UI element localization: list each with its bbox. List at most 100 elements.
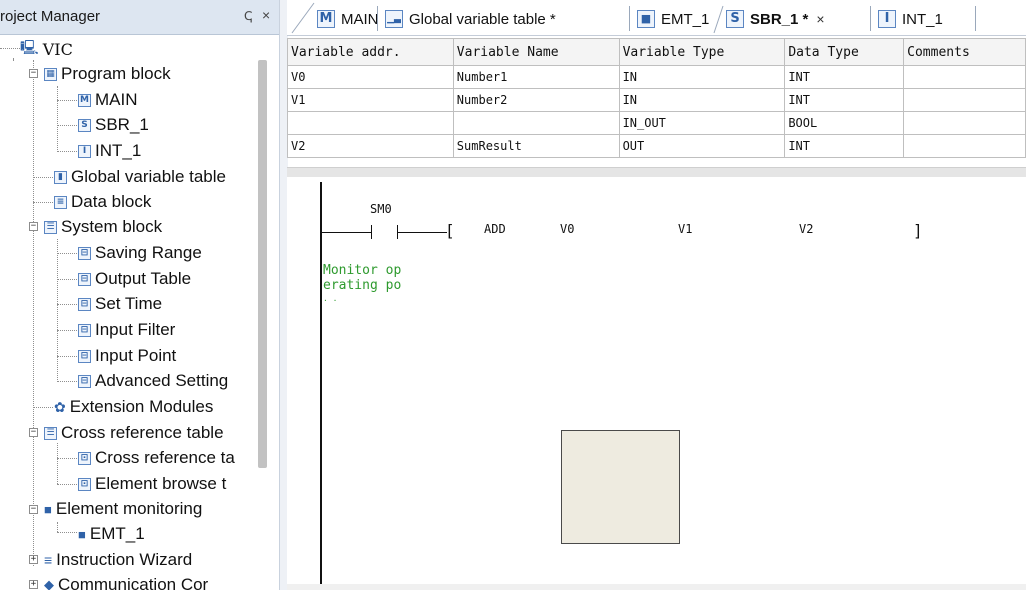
setting-item-icon: ⊟ — [78, 297, 91, 311]
tree-item-communication[interactable]: ◆ Communication Cor — [44, 573, 208, 590]
tree-item-input-point[interactable]: ⊟ Input Point — [78, 344, 176, 368]
horizontal-scrollbar[interactable] — [287, 584, 1026, 590]
setting-item-icon: ⊟ — [78, 374, 91, 388]
tree-item-main[interactable]: M MAIN — [78, 88, 138, 112]
close-panel-icon[interactable]: × — [262, 7, 270, 23]
column-header-data-type[interactable]: Data Type — [784, 38, 905, 66]
tab-sbr-1[interactable]: S SBR_1 * × — [726, 6, 825, 32]
cell-data-type[interactable]: BOOL — [784, 111, 905, 135]
cell-comments[interactable] — [903, 134, 1026, 158]
program-block-collapse-icon[interactable]: − — [29, 69, 38, 78]
instruction-mnemonic[interactable]: ADD — [484, 222, 506, 236]
tree-item-int-1[interactable]: I INT_1 — [78, 139, 141, 163]
interrupt-icon: I — [878, 10, 896, 28]
element-monitoring-collapse-icon[interactable]: − — [29, 505, 38, 514]
gear-icon: ✿ — [54, 398, 66, 415]
cell-variable-addr[interactable]: V0 — [287, 65, 454, 89]
tree-item-data-block[interactable]: ≡ Data block — [54, 190, 151, 214]
project-manager-panel: roject Manager ↅ × − − − − + + 🖳 VIC ▦ P… — [0, 0, 279, 590]
setting-item-icon: ⊟ — [78, 323, 91, 337]
cell-variable-addr[interactable]: V1 — [287, 88, 454, 112]
cell-data-type[interactable]: INT — [784, 88, 905, 112]
tree-item-input-filter[interactable]: ⊟ Input Filter — [78, 318, 175, 342]
tooltip-popup — [561, 430, 680, 544]
tree-item-vic[interactable]: 🖳 VIC — [20, 37, 73, 61]
tree-item-set-time[interactable]: ⊟ Set Time — [78, 292, 162, 316]
subroutine-icon: S — [78, 118, 91, 132]
table-row: IN_OUT BOOL — [287, 111, 1026, 135]
program-block-icon: ▦ — [44, 67, 57, 81]
editor-tab-bar: M MAIN ▁▃ Global variable table * ■ EMT_… — [287, 0, 1026, 36]
cell-comments[interactable] — [903, 88, 1026, 112]
contact-address-label: SM0 — [370, 202, 392, 216]
tree-item-extension-modules[interactable]: ✿ Extension Modules — [54, 395, 213, 419]
table-icon: ▁▃ — [385, 10, 403, 28]
power-rail — [320, 182, 322, 584]
cell-variable-type[interactable]: IN — [618, 65, 786, 89]
tree-item-global-variable-table[interactable]: ▮ Global variable table — [54, 165, 226, 189]
tree-item-saving-range[interactable]: ⊟ Saving Range — [78, 241, 202, 265]
tab-int-1[interactable]: I INT_1 — [878, 6, 943, 32]
setting-item-icon: ⊟ — [78, 349, 91, 363]
cross-reference-collapse-icon[interactable]: − — [29, 428, 38, 437]
tree-item-system-block[interactable]: ☰ System block — [44, 215, 162, 239]
cell-variable-name[interactable]: Number1 — [452, 65, 620, 89]
rung-wire — [397, 232, 447, 233]
tab-global-variable-table[interactable]: ▁▃ Global variable table * — [385, 6, 556, 32]
tab-main[interactable]: M MAIN — [317, 6, 379, 32]
cell-variable-type[interactable]: OUT — [618, 134, 786, 158]
cell-variable-name[interactable]: Number2 — [452, 88, 620, 112]
operand-in2[interactable]: V1 — [678, 222, 692, 236]
close-tab-icon[interactable]: × — [816, 11, 824, 27]
project-manager-title: roject Manager — [0, 8, 101, 25]
table-header-row: Variable addr. Variable Name Variable Ty… — [287, 38, 1026, 66]
cell-variable-type[interactable]: IN_OUT — [618, 111, 786, 135]
instruction-wizard-expand-icon[interactable]: + — [29, 555, 38, 564]
cell-variable-type[interactable]: IN — [618, 88, 786, 112]
cell-variable-name[interactable]: SumResult — [452, 134, 620, 158]
column-header-variable-addr[interactable]: Variable addr. — [287, 38, 454, 66]
monitor-icon: ■ — [637, 10, 655, 28]
project-manager-header: roject Manager ↅ × — [0, 0, 279, 35]
cell-data-type[interactable]: INT — [784, 65, 905, 89]
subroutine-icon: S — [726, 10, 744, 28]
main-program-icon: M — [317, 10, 335, 28]
pin-icon[interactable]: ↅ — [244, 9, 252, 23]
column-header-variable-type[interactable]: Variable Type — [618, 38, 786, 66]
cell-variable-name[interactable] — [452, 111, 620, 135]
column-header-comments[interactable]: Comments — [903, 38, 1026, 66]
operand-in1[interactable]: V0 — [560, 222, 574, 236]
ladder-editor[interactable]: SM0 [ ADD V0 V1 V2 ] Monitor op erating … — [287, 177, 1026, 590]
tab-emt-1[interactable]: ■ EMT_1 — [637, 6, 709, 32]
table-icon: ▮ — [54, 170, 67, 184]
tree-item-cross-reference-table[interactable]: ☰ Cross reference table — [44, 421, 224, 445]
communication-expand-icon[interactable]: + — [29, 580, 38, 589]
tree-item-element-browse[interactable]: ⊡ Element browse t — [78, 472, 226, 496]
tab-slant — [713, 5, 724, 34]
tree-item-output-table[interactable]: ⊟ Output Table — [78, 267, 191, 291]
tree-scrollbar-thumb[interactable] — [258, 60, 267, 468]
box-close-bracket: ] — [913, 221, 923, 240]
tree-item-instruction-wizard[interactable]: ≡ Instruction Wizard — [44, 548, 192, 572]
tree-item-element-monitoring[interactable]: ■ Element monitoring — [44, 497, 202, 521]
tree-item-advanced-setting[interactable]: ⊟ Advanced Setting — [78, 369, 228, 393]
interrupt-icon: I — [78, 144, 91, 158]
contact-left-bar — [371, 225, 372, 239]
column-header-variable-name[interactable]: Variable Name — [452, 38, 620, 66]
tab-label: MAIN — [341, 10, 379, 28]
cell-comments[interactable] — [903, 65, 1026, 89]
operand-out[interactable]: V2 — [799, 222, 813, 236]
cell-variable-addr[interactable] — [287, 111, 454, 135]
cell-variable-addr[interactable]: V2 — [287, 134, 454, 158]
tree-item-cross-reference-ta[interactable]: ⊡ Cross reference ta — [78, 446, 235, 470]
table-row: V1 Number2 IN INT — [287, 88, 1026, 112]
tree-item-emt-1[interactable]: ■ EMT_1 — [78, 522, 145, 546]
tree-item-program-block[interactable]: ▦ Program block — [44, 62, 171, 86]
box-open-bracket: [ — [445, 221, 455, 240]
plc-station-icon: 🖳 — [20, 39, 39, 55]
system-block-collapse-icon[interactable]: − — [29, 222, 38, 231]
cell-comments[interactable] — [903, 111, 1026, 135]
tree-item-sbr-1[interactable]: S SBR_1 — [78, 113, 149, 137]
tab-label: INT_1 — [902, 10, 943, 28]
cell-data-type[interactable]: INT — [784, 134, 905, 158]
